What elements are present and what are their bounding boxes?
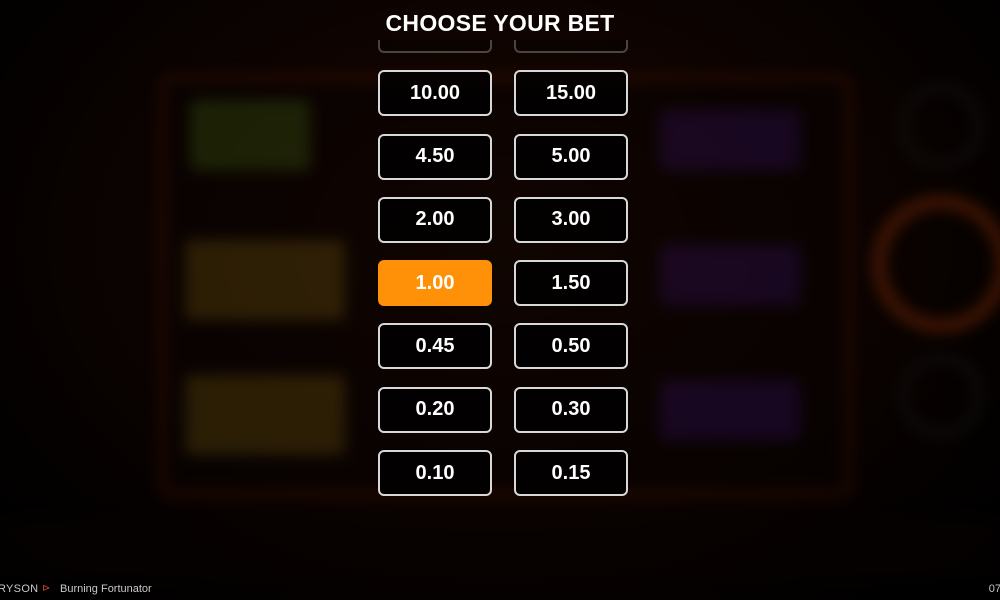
provider-name: RYSON bbox=[0, 583, 39, 595]
bet-row: 4.50 5.00 bbox=[378, 133, 628, 180]
bet-option-button[interactable]: 0.45 bbox=[378, 323, 492, 370]
bet-dialog-title: CHOOSE YOUR BET bbox=[385, 10, 615, 36]
bet-option-selected[interactable]: 1.00 bbox=[378, 260, 492, 307]
bet-option-button[interactable]: 3.00 bbox=[514, 196, 628, 243]
bet-option-button[interactable]: 2.00 bbox=[378, 196, 492, 243]
bet-row: 0.10 0.15 bbox=[378, 450, 628, 497]
game-screen: CHOOSE YOUR BET 20.00 30.00 10.00 15.00 4.50… bbox=[0, 0, 1000, 600]
bet-option-button[interactable]: 0.50 bbox=[514, 323, 628, 370]
bet-option-button[interactable]: 1.50 bbox=[514, 260, 628, 307]
clock: 07: bbox=[988, 583, 1000, 595]
bet-row: 20.00 30.00 bbox=[378, 40, 628, 53]
bet-option-button[interactable]: 5.00 bbox=[514, 133, 628, 180]
bet-option-button[interactable]: 20.00 bbox=[378, 40, 492, 53]
bet-option-button[interactable]: 30.00 bbox=[514, 40, 628, 53]
brand-logo-icon: ⊳ bbox=[42, 583, 51, 594]
footer-bar: RYSON ⊳ Burning Fortunator 07: bbox=[0, 578, 1000, 600]
bet-row: 0.45 0.50 bbox=[378, 323, 628, 370]
bet-option-button[interactable]: 10.00 bbox=[378, 70, 492, 117]
bet-row: 0.20 0.30 bbox=[378, 386, 628, 433]
bet-option-button[interactable]: 0.20 bbox=[378, 386, 492, 433]
bet-option-button[interactable]: 0.10 bbox=[378, 450, 492, 497]
bet-option-button[interactable]: 4.50 bbox=[378, 133, 492, 180]
bet-option-button[interactable]: 0.30 bbox=[514, 386, 628, 433]
bet-option-button[interactable]: 15.00 bbox=[514, 70, 628, 117]
bet-row: 1.00 1.50 bbox=[378, 260, 628, 307]
bet-row: 2.00 3.00 bbox=[378, 196, 628, 243]
bet-options-grid: 20.00 30.00 10.00 15.00 4.50 5.00 2.00 3.00 1.00… bbox=[378, 40, 628, 513]
bet-option-button[interactable]: 0.15 bbox=[514, 450, 628, 497]
game-name: Burning Fortunator bbox=[60, 583, 152, 595]
bet-options-scroll-area[interactable]: 20.00 30.00 10.00 15.00 4.50 5.00 2.00 3.00 1.00… bbox=[370, 40, 640, 520]
bet-row: 10.00 15.00 bbox=[378, 70, 628, 117]
